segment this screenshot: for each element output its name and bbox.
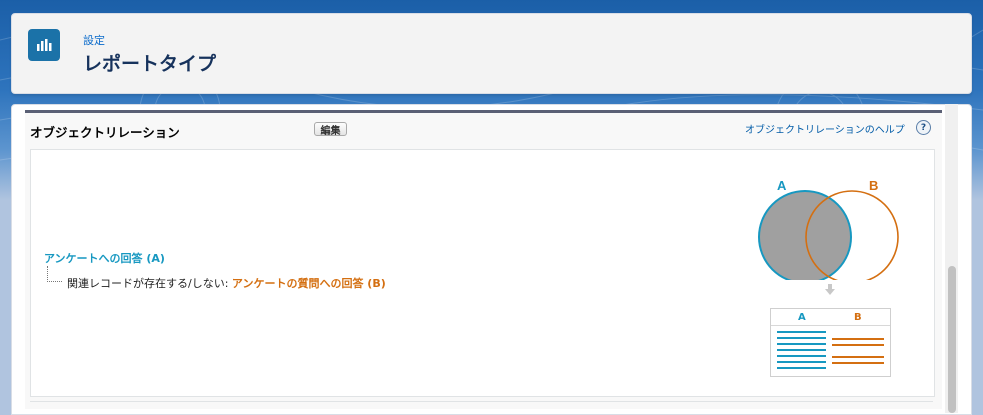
related-object-label: アンケートの質問への回答 (B) xyxy=(231,277,386,290)
vertical-scrollbar[interactable] xyxy=(945,104,958,413)
table-col-a-label: A xyxy=(798,312,806,323)
page-header: 設定 レポートタイプ xyxy=(11,13,972,94)
relation-text: 関連レコードが存在する/しない: xyxy=(67,277,232,290)
relationship-content: アンケートへの回答 (A) 関連レコードが存在する/しない: アンケートの質問へ… xyxy=(30,149,935,397)
venn-label-a: A xyxy=(777,178,787,193)
table-row-line-b xyxy=(832,344,884,346)
section-title: オブジェクトリレーション xyxy=(30,125,180,140)
breadcrumb[interactable]: 設定 xyxy=(83,32,105,48)
relation-row: 関連レコードが存在する/しない: アンケートの質問への回答 (B) xyxy=(67,275,386,291)
down-arrow-icon xyxy=(825,284,835,295)
section-divider xyxy=(30,401,933,402)
table-row-line-a xyxy=(777,349,826,351)
tree-connector xyxy=(47,266,62,282)
table-row-line-a xyxy=(777,343,826,345)
page-title: レポートタイプ xyxy=(83,53,217,75)
table-row-line-a xyxy=(777,367,826,369)
edit-button[interactable]: 編集 xyxy=(314,122,347,137)
table-row-line-b xyxy=(832,356,884,358)
object-relationship-section: オブジェクトリレーション 編集 オブジェクトリレーションのヘルプ ? アンケート… xyxy=(25,110,942,409)
help-link[interactable]: オブジェクトリレーションのヘルプ xyxy=(745,121,905,136)
table-header-divider xyxy=(771,325,890,326)
table-row-line-a xyxy=(777,331,826,333)
table-row-line-a xyxy=(777,337,826,339)
help-icon[interactable]: ? xyxy=(916,120,931,135)
scrollbar-thumb[interactable] xyxy=(948,266,956,413)
result-table-diagram: A B xyxy=(770,308,891,377)
table-row-line-a xyxy=(777,361,826,363)
primary-object-label: アンケートへの回答 (A) xyxy=(44,252,165,265)
report-chart-icon xyxy=(28,29,60,61)
venn-circle-a xyxy=(758,190,852,280)
table-col-b-label: B xyxy=(854,312,862,323)
main-panel: オブジェクトリレーション 編集 オブジェクトリレーションのヘルプ ? アンケート… xyxy=(11,104,972,415)
venn-diagram: A B xyxy=(758,178,899,280)
table-row-line-b xyxy=(832,362,884,364)
venn-label-b: B xyxy=(869,178,878,193)
table-row-line-a xyxy=(777,355,826,357)
table-row-line-b xyxy=(832,338,884,340)
